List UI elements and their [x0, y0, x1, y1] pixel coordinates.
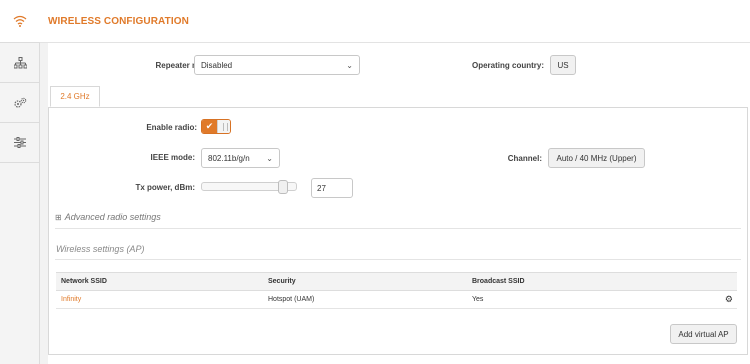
- repeater-mode-value: Disabled: [201, 60, 233, 70]
- wifi-icon: [13, 15, 27, 27]
- column-header-ssid: Network SSID: [56, 272, 263, 291]
- settings-sliders-icon: [14, 137, 26, 148]
- tx-power-label: Tx power, dBm:: [135, 183, 195, 192]
- column-header-security: Security: [263, 272, 467, 291]
- page-title: WIRELESS CONFIGURATION: [48, 15, 189, 27]
- toggle-knob: [217, 120, 230, 133]
- enable-radio-toggle[interactable]: ✔: [201, 119, 231, 134]
- chevron-down-icon: ⌄: [266, 153, 273, 163]
- main-panel: Repeater mode: Disabled ⌄ Operating coun…: [48, 43, 750, 364]
- page-header: WIRELESS CONFIGURATION: [40, 0, 750, 43]
- table-row[interactable]: Infinity Hotspot (UAM) Yes ⚙: [56, 290, 737, 309]
- advanced-radio-settings-label: Advanced radio settings: [64, 212, 161, 222]
- radio-tab-panel: Enable radio: ✔ IEEE mode: 802.11b/g/n ⌄…: [48, 107, 748, 355]
- network-icon: [13, 56, 27, 68]
- add-virtual-ap-button[interactable]: Add virtual AP: [670, 324, 737, 344]
- operating-country-button[interactable]: US: [550, 55, 576, 75]
- ssid-table: Network SSID Security Broadcast SSID Inf…: [56, 272, 737, 309]
- channel-button[interactable]: Auto / 40 MHz (Upper): [548, 148, 645, 168]
- sidebar: [0, 0, 40, 364]
- sidebar-item-wireless[interactable]: [0, 0, 40, 43]
- divider: [55, 259, 741, 260]
- repeater-mode-select[interactable]: Disabled ⌄: [194, 55, 360, 75]
- column-header-broadcast: Broadcast SSID: [467, 272, 720, 291]
- ssid-cell[interactable]: Infinity: [56, 290, 263, 309]
- checkmark-icon: ✔: [202, 120, 217, 133]
- services-gears-icon: [14, 97, 27, 108]
- advanced-radio-settings-toggle[interactable]: ⊞ Advanced radio settings: [55, 212, 161, 222]
- enable-radio-label: Enable radio:: [146, 123, 197, 132]
- sidebar-item-network[interactable]: [0, 43, 40, 83]
- wireless-settings-title: Wireless settings (AP): [56, 244, 145, 254]
- broadcast-cell: Yes: [467, 290, 720, 309]
- channel-label: Channel:: [507, 154, 542, 163]
- ieee-mode-value: 802.11b/g/n: [208, 153, 250, 163]
- column-header-actions: [719, 272, 737, 291]
- divider: [55, 228, 741, 229]
- tx-power-input[interactable]: 27: [311, 178, 353, 198]
- security-cell: Hotspot (UAM): [263, 290, 467, 309]
- ieee-mode-select[interactable]: 802.11b/g/n ⌄: [201, 148, 280, 168]
- tx-power-slider-handle[interactable]: [278, 180, 289, 194]
- sidebar-item-services[interactable]: [0, 83, 40, 123]
- gear-icon[interactable]: ⚙: [719, 290, 737, 309]
- sidebar-item-settings[interactable]: [0, 123, 40, 163]
- table-header-row: Network SSID Security Broadcast SSID: [56, 272, 737, 291]
- tab-2-4-ghz[interactable]: 2.4 GHz: [50, 86, 100, 107]
- ieee-mode-label: IEEE mode:: [150, 153, 195, 162]
- chevron-down-icon: ⌄: [346, 60, 353, 70]
- operating-country-label: Operating country:: [471, 61, 544, 70]
- plus-square-icon: ⊞: [55, 212, 62, 222]
